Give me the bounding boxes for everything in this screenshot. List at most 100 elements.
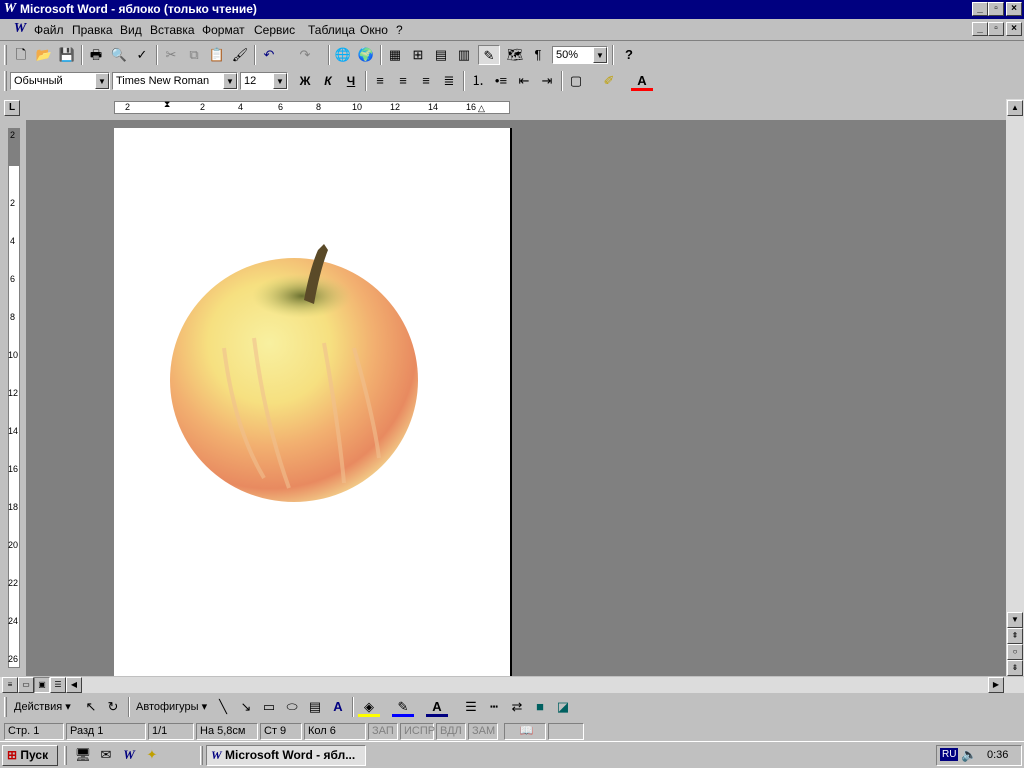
insert-excel-icon[interactable]: ▤	[430, 45, 452, 65]
draw-actions-menu[interactable]: Действия ▾	[14, 700, 71, 713]
tab-selector-button[interactable]: L	[4, 100, 22, 116]
save-icon[interactable]: 💾	[56, 45, 78, 65]
horizontal-ruler[interactable]: 2 2 4 6 8 10 12 14 16 ⧗ △	[26, 99, 1006, 117]
outlook-icon[interactable]: ✉	[95, 745, 117, 765]
status-ovr[interactable]: ЗАМ	[468, 723, 498, 740]
chevron-down-icon[interactable]: ▼	[223, 73, 237, 89]
shadow-icon[interactable]: ■	[529, 697, 551, 717]
columns-icon[interactable]: ▥	[453, 45, 475, 65]
right-indent-marker[interactable]: △	[478, 103, 488, 115]
print-preview-icon[interactable]: 🔍	[108, 45, 130, 65]
insert-hyperlink-icon[interactable]: 🌐	[332, 45, 354, 65]
status-rec[interactable]: ЗАП	[368, 723, 398, 740]
text-box-icon[interactable]: ▤	[304, 697, 326, 717]
menu-tools[interactable]: Сервис	[254, 23, 295, 37]
zoom-dropdown[interactable]: 50% ▼	[552, 46, 608, 64]
chevron-down-icon[interactable]: ▼	[273, 73, 287, 89]
increase-indent-icon[interactable]: ⇥	[536, 71, 558, 91]
menu-help[interactable]: ?	[396, 23, 403, 37]
new-document-icon[interactable]: 🗋	[10, 45, 32, 65]
excel-quicklaunch-icon[interactable]: ✦	[141, 745, 163, 765]
vertical-scrollbar[interactable]: ▲ ▼ ⇞ ○ ⇟	[1006, 99, 1024, 676]
align-left-icon[interactable]: ≡	[369, 71, 391, 91]
vertical-ruler[interactable]: 2 2 4 6 8 10 12 14 16 18 20 22 24 26	[6, 120, 22, 676]
status-ext[interactable]: ВДЛ	[436, 723, 466, 740]
maximize-button[interactable]: ▫	[988, 2, 1004, 16]
first-line-indent-marker[interactable]: ⧗	[164, 99, 174, 116]
format-painter-icon[interactable]: 🖌	[229, 45, 251, 65]
spelling-status-icon[interactable]: 📖	[504, 723, 546, 740]
decrease-indent-icon[interactable]: ⇤	[513, 71, 535, 91]
normal-view-icon[interactable]: ≡	[2, 677, 18, 693]
select-objects-icon[interactable]: ↖	[80, 697, 102, 717]
next-page-icon[interactable]: ⇟	[1007, 660, 1023, 676]
wordart-icon[interactable]: A	[327, 697, 349, 717]
align-center-icon[interactable]: ≡	[392, 71, 414, 91]
line-style-icon[interactable]: ☰	[460, 697, 482, 717]
volume-icon[interactable]: 🔈	[961, 747, 977, 763]
word-quicklaunch-icon[interactable]: W	[118, 745, 140, 765]
show-desktop-icon[interactable]: 🖥	[72, 745, 94, 765]
toolbar-grip[interactable]	[4, 45, 7, 65]
bold-button[interactable]: Ж	[294, 71, 316, 91]
borders-icon[interactable]: ▢	[565, 71, 587, 91]
italic-button[interactable]: К	[317, 71, 339, 91]
web-layout-view-icon[interactable]: ▭	[18, 677, 34, 693]
menu-table[interactable]: Таблица	[308, 23, 355, 37]
scroll-down-icon[interactable]: ▼	[1007, 612, 1023, 628]
document-page[interactable]	[114, 128, 512, 676]
print-icon[interactable]: 🖶	[85, 45, 107, 65]
document-icon[interactable]: W	[12, 22, 28, 36]
scroll-left-icon[interactable]: ◀	[66, 677, 82, 693]
free-rotate-icon[interactable]: ↻	[102, 697, 124, 717]
arrow-style-icon[interactable]: ⇄	[506, 697, 528, 717]
status-trk[interactable]: ИСПР	[400, 723, 435, 740]
previous-page-icon[interactable]: ⇞	[1007, 628, 1023, 644]
open-folder-icon[interactable]: 📂	[33, 45, 55, 65]
task-word[interactable]: W Microsoft Word - ябл...	[206, 745, 366, 766]
menu-insert[interactable]: Вставка	[150, 23, 195, 37]
office-assistant-icon[interactable]: ?	[618, 45, 640, 65]
autoshapes-menu[interactable]: Автофигуры ▾	[136, 700, 207, 713]
chevron-down-icon[interactable]: ▼	[593, 47, 607, 63]
numbering-icon[interactable]: ⒈	[467, 71, 489, 91]
document-map-icon[interactable]: 🗺	[504, 45, 526, 65]
scroll-up-icon[interactable]: ▲	[1007, 100, 1023, 116]
line-icon[interactable]: ╲	[212, 697, 234, 717]
font-dropdown[interactable]: Times New Roman ▼	[112, 72, 238, 90]
undo-icon[interactable]: ↶	[258, 45, 280, 65]
align-right-icon[interactable]: ≡	[415, 71, 437, 91]
doc-minimize-button[interactable]: _	[972, 22, 988, 36]
3d-icon[interactable]: ◪	[552, 697, 574, 717]
doc-close-button[interactable]: ×	[1006, 22, 1022, 36]
minimize-button[interactable]: _	[972, 2, 988, 16]
redo-icon[interactable]: ↷	[294, 45, 316, 65]
outline-view-icon[interactable]: ☰	[50, 677, 66, 693]
highlight-icon[interactable]: ✐	[598, 71, 620, 91]
arrow-icon[interactable]: ↘	[235, 697, 257, 717]
oval-icon[interactable]: ⬭	[281, 697, 303, 717]
apple-image[interactable]	[114, 128, 512, 676]
underline-button[interactable]: Ч	[340, 71, 362, 91]
justify-icon[interactable]: ≣	[438, 71, 460, 91]
font-size-dropdown[interactable]: 12 ▼	[240, 72, 288, 90]
tables-borders-icon[interactable]: ▦	[384, 45, 406, 65]
fill-color-icon[interactable]: ◈	[358, 697, 380, 717]
clock[interactable]: 0:36	[987, 749, 1008, 761]
style-dropdown[interactable]: Обычный ▼	[10, 72, 110, 90]
rectangle-icon[interactable]: ▭	[258, 697, 280, 717]
language-indicator[interactable]: RU	[940, 748, 959, 761]
toolbar-grip[interactable]	[4, 71, 7, 91]
show-hide-icon[interactable]: ¶	[527, 45, 549, 65]
cut-icon[interactable]: ✂	[160, 45, 182, 65]
start-button[interactable]: ⊞ Пуск	[2, 745, 58, 766]
insert-table-icon[interactable]: ⊞	[407, 45, 429, 65]
close-button[interactable]: ×	[1006, 2, 1022, 16]
drawing-icon[interactable]: ✎	[478, 45, 500, 65]
spelling-icon[interactable]: ✓	[131, 45, 153, 65]
horizontal-scrollbar[interactable]: ≡ ▭ ▣ ☰ ◀ ▶	[0, 676, 1024, 693]
menu-edit[interactable]: Правка	[72, 23, 113, 37]
scroll-right-icon[interactable]: ▶	[988, 677, 1004, 693]
web-toolbar-icon[interactable]: 🌍	[355, 45, 377, 65]
menu-view[interactable]: Вид	[120, 23, 142, 37]
